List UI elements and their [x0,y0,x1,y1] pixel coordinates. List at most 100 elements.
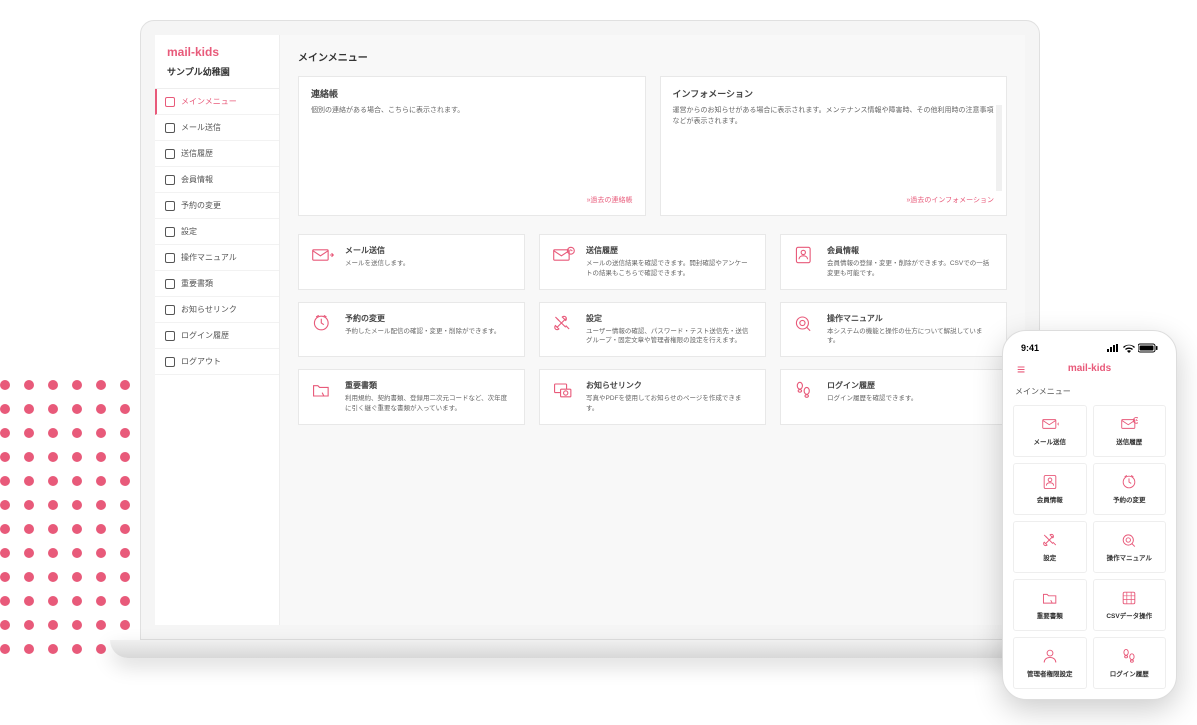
phone-page-title: メインメニュー [1013,382,1166,405]
csv-icon [1120,590,1138,606]
phone-card-admin[interactable]: 管理者権限設定 [1013,637,1087,689]
calendar-icon [165,201,175,211]
phone-header: ≡ mail-kids [1013,359,1166,382]
phone-brand: mail-kids [1068,363,1111,374]
tools-icon [552,313,576,333]
sidebar-item-logout[interactable]: ログアウト [155,349,279,375]
card-footsteps[interactable]: ログイン履歴ログイン履歴を確認できます。 [780,369,1007,425]
phone-card-member[interactable]: 会員情報 [1013,463,1087,515]
phone-card-clock[interactable]: 予約の変更 [1093,463,1167,515]
sidebar-item-manual[interactable]: 操作マニュアル [155,245,279,271]
information-panel-desc: 運営からのお知らせがある場合に表示されます。メンテナンス情報や障害時、その他利用… [673,106,995,195]
members-icon [165,175,175,185]
phone-card-folder[interactable]: 重要書類 [1013,579,1087,631]
information-panel-link[interactable]: »過去のインフォメーション [673,195,995,205]
phone-card-label: 会員情報 [1037,494,1063,504]
main-content: メインメニュー 連絡帳 個別の連絡がある場合、こちらに表示されます。 »過去の連… [280,35,1025,625]
card-camera[interactable]: お知らせリンク写真やPDFを使用してお知らせのページを作成できます。 [539,369,766,425]
footsteps-icon [1120,648,1138,664]
sidebar-item-members[interactable]: 会員情報 [155,167,279,193]
sidebar-item-calendar[interactable]: 予約の変更 [155,193,279,219]
phone-card-csv[interactable]: CSVデータ操作 [1093,579,1167,631]
sidebar-item-label: ログアウト [181,356,221,367]
contacts-panel-link[interactable]: »過去の連絡帳 [311,195,633,205]
sidebar-item-history[interactable]: 送信履歴 [155,141,279,167]
card-desc: メールを送信します。 [345,259,512,269]
member-icon [1041,474,1059,490]
card-search[interactable]: 操作マニュアル本システムの機能と操作の仕方について解説しています。 [780,302,1007,358]
contacts-panel: 連絡帳 個別の連絡がある場合、こちらに表示されます。 »過去の連絡帳 [298,76,646,216]
phone-time: 9:41 [1021,343,1039,353]
sidebar-item-home[interactable]: メインメニュー [155,89,279,115]
card-title: お知らせリンク [586,380,753,391]
information-panel: インフォメーション 運営からのお知らせがある場合に表示されます。メンテナンス情報… [660,76,1008,216]
card-desc: 利用規約、契約書類、登録用二次元コードなど、次年度に引く継ぐ重要な書類が入ってい… [345,394,512,414]
phone-card-footsteps[interactable]: ログイン履歴 [1093,637,1167,689]
manual-icon [165,253,175,263]
mail-history-icon [1120,416,1138,432]
phone-status-bar: 9:41 [1013,341,1166,359]
card-desc: 会員情報の登録・変更・削除ができます。CSVでの一括変更も可能です。 [827,259,994,279]
card-member[interactable]: 会員情報会員情報の登録・変更・削除ができます。CSVでの一括変更も可能です。 [780,234,1007,290]
card-desc: 予約したメール配信の確認・変更・削除ができます。 [345,327,512,337]
phone-card-label: メール送信 [1034,436,1067,446]
card-desc: 本システムの機能と操作の仕方について解説しています。 [827,327,994,347]
card-desc: メールの送信結果を確認できます。開封確認やアンケートの結果もこちらで確認できます… [586,259,753,279]
phone-card-label: 予約の変更 [1113,494,1146,504]
card-mail-send[interactable]: メール送信メールを送信します。 [298,234,525,290]
scrollbar[interactable] [996,105,1002,191]
card-desc: 写真やPDFを使用してお知らせのページを作成できます。 [586,394,753,414]
card-title: 送信履歴 [586,245,753,256]
sidebar-item-link[interactable]: お知らせリンク [155,297,279,323]
laptop-mockup: mail-kids サンプル幼稚園 メインメニューメール送信送信履歴会員情報予約… [140,20,1040,658]
sidebar-item-label: 重要書類 [181,278,213,289]
folder-icon [311,380,335,400]
contacts-panel-desc: 個別の連絡がある場合、こちらに表示されます。 [311,106,633,195]
card-desc: ユーザー情報の確認、パスワード・テスト送信先・送信グループ・固定文章や管理者権限… [586,327,753,347]
phone-card-label: CSVデータ操作 [1106,610,1152,620]
card-title: 設定 [586,313,753,324]
clock-icon [311,313,335,333]
search-icon [793,313,817,333]
sidebar-item-login[interactable]: ログイン履歴 [155,323,279,349]
phone-card-mail-history[interactable]: 送信履歴 [1093,405,1167,457]
history-icon [165,149,175,159]
information-panel-title: インフォメーション [673,87,995,100]
card-folder[interactable]: 重要書類利用規約、契約書類、登録用二次元コードなど、次年度に引く継ぐ重要な書類が… [298,369,525,425]
phone-card-mail-send[interactable]: メール送信 [1013,405,1087,457]
card-mail-history[interactable]: 送信履歴メールの送信結果を確認できます。開封確認やアンケートの結果もこちらで確認… [539,234,766,290]
card-clock[interactable]: 予約の変更予約したメール配信の確認・変更・削除ができます。 [298,302,525,358]
contacts-panel-title: 連絡帳 [311,87,633,100]
sidebar-item-mail[interactable]: メール送信 [155,115,279,141]
phone-card-search[interactable]: 操作マニュアル [1093,521,1167,573]
card-title: 操作マニュアル [827,313,994,324]
sidebar-item-label: ログイン履歴 [181,330,229,341]
logout-icon [165,357,175,367]
mail-send-icon [1041,416,1059,432]
sidebar-item-label: 予約の変更 [181,200,221,211]
sidebar-item-label: 送信履歴 [181,148,213,159]
hamburger-icon[interactable]: ≡ [1017,362,1025,376]
clock-icon [1120,474,1138,490]
phone-card-label: 送信履歴 [1116,436,1142,446]
card-tools[interactable]: 設定ユーザー情報の確認、パスワード・テスト送信先・送信グループ・固定文章や管理者… [539,302,766,358]
phone-card-label: 管理者権限設定 [1027,668,1073,678]
login-icon [165,331,175,341]
admin-icon [1041,648,1059,664]
sidebar-item-docs[interactable]: 重要書類 [155,271,279,297]
phone-card-label: 重要書類 [1037,610,1063,620]
brand-logo: mail-kids [155,35,279,65]
folder-icon [1041,590,1059,606]
card-title: 会員情報 [827,245,994,256]
sidebar-item-label: お知らせリンク [181,304,237,315]
settings-icon [165,227,175,237]
phone-card-label: ログイン履歴 [1110,668,1149,678]
card-title: ログイン履歴 [827,380,994,391]
camera-icon [552,380,576,400]
phone-card-tools[interactable]: 設定 [1013,521,1087,573]
sidebar-item-settings[interactable]: 設定 [155,219,279,245]
sidebar-item-label: 操作マニュアル [181,252,237,263]
mail-history-icon [552,245,576,265]
docs-icon [165,279,175,289]
phone-card-label: 操作マニュアル [1107,552,1152,562]
